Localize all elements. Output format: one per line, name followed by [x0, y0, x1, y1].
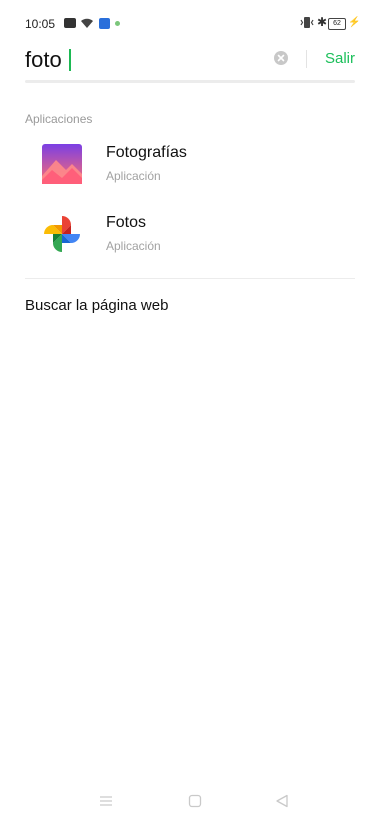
- photos-gallery-icon: [38, 140, 86, 188]
- app-notification-icon: [99, 18, 110, 29]
- app-name: Fotografías: [106, 144, 187, 161]
- app-result-fotografias[interactable]: Fotografías Aplicación: [25, 140, 355, 200]
- mic-indicator-icon: [115, 21, 120, 26]
- app-result-fotos[interactable]: Fotos Aplicación: [25, 210, 355, 270]
- app-subtitle: Aplicación: [106, 169, 161, 183]
- menu-nav-icon[interactable]: [99, 794, 113, 813]
- bluetooth-icon: ✱: [317, 15, 328, 29]
- google-photos-pinwheel-icon: [38, 210, 86, 258]
- app-name: Fotos: [106, 214, 147, 231]
- search-underline: [25, 80, 355, 83]
- text-cursor: [69, 49, 71, 71]
- home-nav-icon[interactable]: [188, 794, 202, 813]
- results-divider: [25, 278, 355, 279]
- search-divider: [306, 50, 307, 68]
- exit-button[interactable]: Salir: [325, 50, 355, 67]
- message-notification-icon: [64, 18, 76, 28]
- navigation-bar: [7, 786, 362, 825]
- clear-search-icon[interactable]: [274, 51, 288, 65]
- battery-icon: 62: [328, 18, 346, 30]
- status-bar: 10:05 ✱ 62 ⚡: [7, 0, 362, 34]
- wifi-icon: [80, 16, 94, 34]
- app-subtitle: Aplicación: [106, 239, 161, 253]
- search-input[interactable]: [25, 44, 265, 76]
- search-screen: 10:05 ✱ 62 ⚡ Salir Aplicaciones: [7, 0, 362, 825]
- charging-icon: ⚡: [348, 17, 361, 28]
- status-time: 10:05: [25, 17, 56, 31]
- back-nav-icon[interactable]: [275, 794, 289, 813]
- vibrate-icon: [300, 16, 314, 34]
- apps-section-header: Aplicaciones: [25, 112, 93, 126]
- search-web-button[interactable]: Buscar la página web: [25, 297, 168, 314]
